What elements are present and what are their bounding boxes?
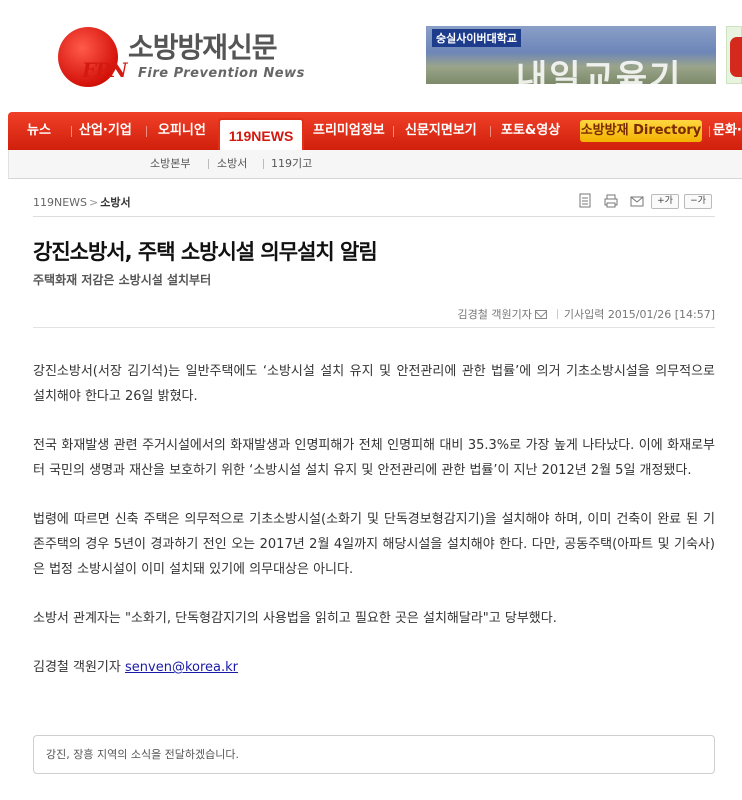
banner-school-name: 숭실사이버대학교: [432, 29, 521, 47]
email-icon[interactable]: [630, 193, 644, 209]
breadcrumb: 119NEWS > 소방서: [33, 194, 131, 210]
reporter-name[interactable]: 김경철 객원기자: [457, 308, 531, 321]
breadcrumb-separator-icon: >: [89, 196, 99, 209]
date-label: 기사입력: [563, 308, 605, 321]
article-paragraph: 전국 화재발생 관련 주거시설에서의 화재발생과 인명피해가 전체 인명피해 대…: [33, 438, 715, 478]
subnav-contribution[interactable]: 119기고: [271, 150, 312, 177]
subnav-fire-station[interactable]: 소방서: [217, 150, 247, 177]
nav-divider: [71, 126, 72, 137]
nav-news[interactable]: 뉴스: [27, 112, 51, 150]
nav-divider: [393, 126, 394, 137]
subnav-headquarters[interactable]: 소방본부: [150, 150, 190, 177]
publish-date: 2015/01/26 [14:57]: [607, 308, 715, 321]
byline-row: 김경철 객원기자 기사입력 2015/01/26 [14:57]: [33, 302, 715, 324]
breadcrumb-current[interactable]: 소방서: [100, 196, 130, 209]
logo-title[interactable]: 소방방재신문: [128, 26, 278, 66]
nav-premium[interactable]: 프리미엄정보: [313, 112, 385, 150]
print-icon[interactable]: [604, 193, 618, 209]
main-nav: 뉴스 산업·기업 오피니언 119NEWS 프리미엄정보 신문지면보기 포토&영…: [8, 112, 742, 156]
ad-banner[interactable]: 숭실사이버대학교 내일교육기: [426, 26, 716, 84]
article-paragraph: 강진소방서(서장 김기석)는 일반주택에도 ‘소방시설 설치 유지 및 안전관리…: [33, 364, 715, 404]
article-paragraph: 법령에 따르면 신축 주택은 의무적으로 기초소방시설(소화기 및 단독경보형감…: [33, 512, 715, 577]
article-body: 강진소방서(서장 김기석)는 일반주택에도 ‘소방시설 설치 유지 및 안전관리…: [33, 359, 715, 704]
nav-industry[interactable]: 산업·기업: [79, 112, 132, 150]
reporter-email-link[interactable]: senven@korea.kr: [125, 660, 238, 675]
logo-subtitle[interactable]: Fire Prevention News: [138, 66, 305, 81]
nav-divider: [709, 126, 710, 137]
article-paragraph: 소방서 관계자는 "소화기, 단독형감지기의 사용법을 읽히고 필요한 곳은 설…: [33, 611, 557, 626]
logo-fpn-text[interactable]: FPN: [82, 58, 128, 82]
nav-culture[interactable]: 문화·: [713, 112, 742, 150]
nav-divider: [490, 126, 491, 137]
divider: [33, 327, 715, 328]
subnav-divider: [208, 159, 209, 169]
divider: [33, 216, 715, 217]
article-signature: 김경철 객원기자 senven@korea.kr: [33, 655, 715, 680]
nav-directory[interactable]: 소방방재 Directory: [580, 120, 702, 142]
nav-divider: [146, 126, 147, 137]
sub-nav: 소방본부 소방서 119기고: [8, 150, 742, 179]
nav-photo-video[interactable]: 포토&영상: [501, 112, 560, 150]
nav-paper-view[interactable]: 신문지면보기: [405, 112, 477, 150]
nav-opinion[interactable]: 오피니언: [158, 112, 206, 150]
byline-divider: [556, 309, 558, 319]
subnav-divider: [263, 159, 264, 169]
font-increase-button[interactable]: +가: [651, 194, 679, 209]
signature-name: 김경철 객원기자: [33, 660, 121, 675]
banner-decoration: [730, 37, 742, 77]
breadcrumb-section[interactable]: 119NEWS: [33, 196, 87, 209]
banner-text: 내일교육기: [516, 58, 683, 84]
site-header: FPN 소방방재신문 Fire Prevention News 숭실사이버대학교…: [0, 0, 742, 110]
list-icon[interactable]: [578, 193, 592, 209]
ad-banner-secondary[interactable]: [726, 26, 742, 84]
reporter-note: 강진, 장흥 지역의 소식을 전달하겠습니다.: [33, 735, 715, 774]
article-subtitle: 주택화재 저감은 소방시설 설치부터: [33, 273, 212, 287]
font-decrease-button[interactable]: −가: [684, 194, 712, 209]
article-title: 강진소방서, 주택 소방시설 의무설치 알림: [33, 240, 378, 264]
byline: 김경철 객원기자 기사입력 2015/01/26 [14:57]: [457, 306, 715, 322]
mail-icon[interactable]: [534, 310, 547, 319]
